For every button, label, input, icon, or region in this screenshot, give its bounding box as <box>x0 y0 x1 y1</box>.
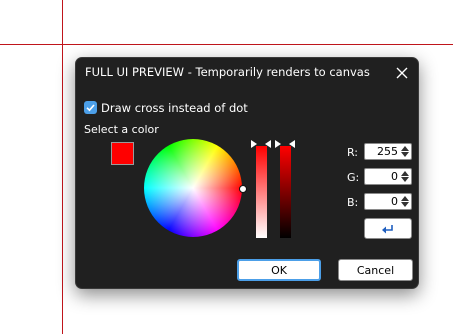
green-spinbox[interactable]: 0 <box>364 168 412 185</box>
blue-spinbox[interactable]: 0 <box>364 193 412 210</box>
red-label: R: <box>347 146 359 159</box>
saturation-slider-right-marker[interactable] <box>265 140 271 148</box>
cancel-button[interactable]: Cancel <box>338 259 413 281</box>
chevron-down-icon <box>401 177 409 183</box>
red-value: 255 <box>377 145 398 158</box>
brightness-slider-right-marker[interactable] <box>289 140 295 148</box>
title-bar: FULL UI PREVIEW - Temporarily renders to… <box>76 58 418 88</box>
color-picker-dialog: FULL UI PREVIEW - Temporarily renders to… <box>75 57 419 289</box>
blue-value: 0 <box>391 195 398 208</box>
draw-cross-label: Draw cross instead of dot <box>101 100 248 115</box>
chevron-down-icon <box>401 152 409 158</box>
blue-label: B: <box>347 196 359 209</box>
chevron-up-icon <box>401 195 409 201</box>
brightness-slider-left-marker[interactable] <box>275 140 281 148</box>
green-decrement[interactable] <box>400 177 410 184</box>
draw-cross-option[interactable]: Draw cross instead of dot <box>84 100 248 115</box>
saturation-slider-left-marker[interactable] <box>251 140 257 148</box>
guide-line-vertical <box>62 0 63 334</box>
close-icon <box>396 67 408 79</box>
green-value: 0 <box>391 170 398 183</box>
red-spinbox[interactable]: 255 <box>364 143 412 160</box>
green-label: G: <box>347 171 360 184</box>
chevron-down-icon <box>401 202 409 208</box>
blue-decrement[interactable] <box>400 202 410 209</box>
ok-button[interactable]: OK <box>237 259 321 281</box>
selected-color-swatch <box>111 142 134 165</box>
guide-line-horizontal <box>0 44 453 45</box>
select-color-label: Select a color <box>84 123 159 136</box>
chevron-up-icon <box>401 145 409 151</box>
close-button[interactable] <box>390 61 414 85</box>
brightness-slider[interactable] <box>280 146 291 238</box>
chevron-up-icon <box>401 170 409 176</box>
checkmark-icon <box>86 104 95 112</box>
color-wheel-handle[interactable] <box>239 185 247 193</box>
dialog-title: FULL UI PREVIEW - Temporarily renders to… <box>85 65 370 79</box>
draw-cross-checkbox[interactable] <box>84 101 97 114</box>
saturation-slider[interactable] <box>256 146 267 238</box>
reset-color-button[interactable] <box>364 218 412 239</box>
red-decrement[interactable] <box>400 152 410 159</box>
color-wheel[interactable] <box>144 139 242 237</box>
undo-arrow-icon <box>382 224 393 233</box>
